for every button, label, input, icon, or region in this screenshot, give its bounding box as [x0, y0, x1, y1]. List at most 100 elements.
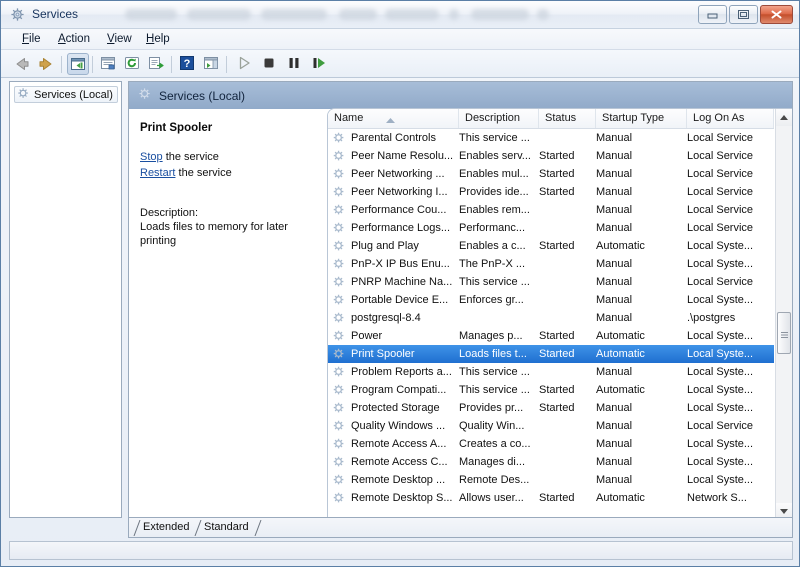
- cell-status: Started: [539, 492, 575, 504]
- tab-standard[interactable]: Standard: [204, 519, 249, 536]
- menu-action[interactable]: Action: [53, 32, 95, 46]
- cell-logon: Local Syste...: [687, 330, 754, 342]
- cell-description: This service ...: [459, 276, 530, 288]
- restart-service-link[interactable]: Restart: [140, 167, 175, 179]
- cell-startup: Automatic: [596, 384, 645, 396]
- minimize-button[interactable]: [698, 5, 727, 24]
- cell-description: Manages p...: [459, 330, 523, 342]
- table-row[interactable]: Power Manages p... Started Automatic Local S…: [328, 327, 774, 345]
- table-row[interactable]: Peer Name Resolu... Enables serv... Starte…: [328, 147, 774, 165]
- restart-service-icon[interactable]: [309, 53, 331, 75]
- table-row[interactable]: Print Spooler Loads files t... Started Auto…: [328, 345, 774, 363]
- table-row[interactable]: Quality Windows ... Quality Win... Manual L…: [328, 417, 774, 435]
- scrollbar-thumb[interactable]: [777, 312, 791, 354]
- forward-arrow-icon[interactable]: [35, 53, 57, 75]
- service-gear-icon: [332, 401, 346, 415]
- toolbar-separator: [226, 56, 227, 73]
- cell-name: Problem Reports a...: [351, 366, 452, 378]
- cell-logon: Local Service: [687, 204, 754, 216]
- column-header-name[interactable]: Name: [328, 109, 459, 128]
- table-row[interactable]: Plug and Play Enables a c... Started Automa…: [328, 237, 774, 255]
- cell-name: Performance Logs...: [351, 222, 451, 234]
- cell-startup: Manual: [596, 438, 633, 450]
- show-hide-action-pane-icon[interactable]: [201, 53, 223, 75]
- cell-description: Provides ide...: [459, 186, 529, 198]
- cell-startup: Automatic: [596, 240, 645, 252]
- stop-service-link[interactable]: Stop: [140, 151, 163, 163]
- restart-service-line: Restart the service: [140, 165, 319, 181]
- cell-startup: Manual: [596, 132, 633, 144]
- show-hide-console-tree-icon[interactable]: [67, 53, 89, 75]
- toolbar-separator: [171, 56, 172, 73]
- services-list-rows[interactable]: Parental Controls This service ... Manual L…: [328, 129, 774, 517]
- column-header-description[interactable]: Description: [459, 109, 539, 128]
- table-row[interactable]: Remote Access A... Creates a co... Manual L…: [328, 435, 774, 453]
- close-button[interactable]: [760, 5, 793, 24]
- column-header-status[interactable]: Status: [539, 109, 596, 128]
- window-title: Services: [32, 7, 79, 21]
- restore-button[interactable]: [729, 5, 758, 24]
- cell-name: Peer Networking I...: [351, 186, 448, 198]
- tab-extended[interactable]: Extended: [143, 519, 189, 536]
- table-row[interactable]: Remote Desktop S... Allows user... Started…: [328, 489, 774, 507]
- table-row[interactable]: Portable Device E... Enforces gr... Manual…: [328, 291, 774, 309]
- table-row[interactable]: Performance Logs... Performanc... Manual Lo…: [328, 219, 774, 237]
- cell-name: postgresql-8.4: [351, 312, 421, 324]
- cell-logon: Local Service: [687, 276, 754, 288]
- cell-name: PnP-X IP Bus Enu...: [351, 258, 450, 270]
- service-gear-icon: [332, 131, 346, 145]
- title-bar: Services: [1, 1, 799, 29]
- blurred-title-text: [449, 9, 459, 20]
- table-row[interactable]: Parental Controls This service ... Manual L…: [328, 129, 774, 147]
- export-list-icon[interactable]: [146, 53, 168, 75]
- back-arrow-icon[interactable]: [11, 53, 33, 75]
- cell-name: Performance Cou...: [351, 204, 447, 216]
- service-gear-icon: [332, 185, 346, 199]
- table-row[interactable]: Peer Networking I... Provides ide... Start…: [328, 183, 774, 201]
- start-service-icon[interactable]: [234, 53, 256, 75]
- service-gear-icon: [332, 455, 346, 469]
- table-row[interactable]: Program Compati... This service ... Starte…: [328, 381, 774, 399]
- service-gear-icon: [332, 167, 346, 181]
- table-row[interactable]: Remote Access C... Manages di... Manual Loc…: [328, 453, 774, 471]
- cell-name: Print Spooler: [351, 348, 415, 360]
- cell-logon: Local Syste...: [687, 438, 754, 450]
- table-row[interactable]: PnP-X IP Bus Enu... The PnP-X ... Manual Lo…: [328, 255, 774, 273]
- table-row[interactable]: postgresql-8.4 Manual .\postgres: [328, 309, 774, 327]
- menu-view[interactable]: View: [102, 32, 137, 46]
- cell-description: Creates a co...: [459, 438, 531, 450]
- scroll-down-button[interactable]: [776, 503, 792, 517]
- table-row[interactable]: Protected Storage Provides pr... Started Ma…: [328, 399, 774, 417]
- cell-description: Provides pr...: [459, 402, 524, 414]
- tree-item-services-local[interactable]: Services (Local): [14, 86, 118, 103]
- menu-file[interactable]: File: [17, 32, 46, 46]
- cell-logon: Local Syste...: [687, 258, 754, 270]
- refresh-icon[interactable]: [122, 53, 144, 75]
- table-row[interactable]: Performance Cou... Enables rem... Manual Lo…: [328, 201, 774, 219]
- properties-icon[interactable]: [98, 53, 120, 75]
- menu-help[interactable]: Help: [141, 32, 175, 46]
- service-gear-icon: [332, 221, 346, 235]
- stop-service-line: Stop the service: [140, 149, 319, 165]
- blurred-title-text: [339, 9, 377, 20]
- cell-description: This service ...: [459, 366, 530, 378]
- list-column-headers: Name Description Status Startup Type Log…: [328, 109, 774, 129]
- table-row[interactable]: Problem Reports a... This service ... Manu…: [328, 363, 774, 381]
- cell-description: Quality Win...: [459, 420, 525, 432]
- service-gear-icon: [332, 311, 346, 325]
- table-row[interactable]: Remote Desktop ... Remote Des... Manual Loc…: [328, 471, 774, 489]
- cell-status: Started: [539, 330, 575, 342]
- table-row[interactable]: PNRP Machine Na... This service ... Manual…: [328, 273, 774, 291]
- help-icon[interactable]: ?: [177, 53, 199, 75]
- table-row[interactable]: Peer Networking ... Enables mul... Started…: [328, 165, 774, 183]
- scroll-up-button[interactable]: [776, 109, 792, 126]
- cell-startup: Manual: [596, 168, 633, 180]
- results-pane: Services (Local) Print Spooler Stop the …: [128, 81, 793, 518]
- cell-description: This service ...: [459, 132, 530, 144]
- column-header-startup-type[interactable]: Startup Type: [596, 109, 687, 128]
- service-gear-icon: [332, 419, 346, 433]
- list-vertical-scrollbar[interactable]: [775, 109, 792, 517]
- stop-service-icon[interactable]: [259, 53, 281, 75]
- column-header-log-on-as[interactable]: Log On As: [687, 109, 774, 128]
- pause-service-icon[interactable]: [284, 53, 306, 75]
